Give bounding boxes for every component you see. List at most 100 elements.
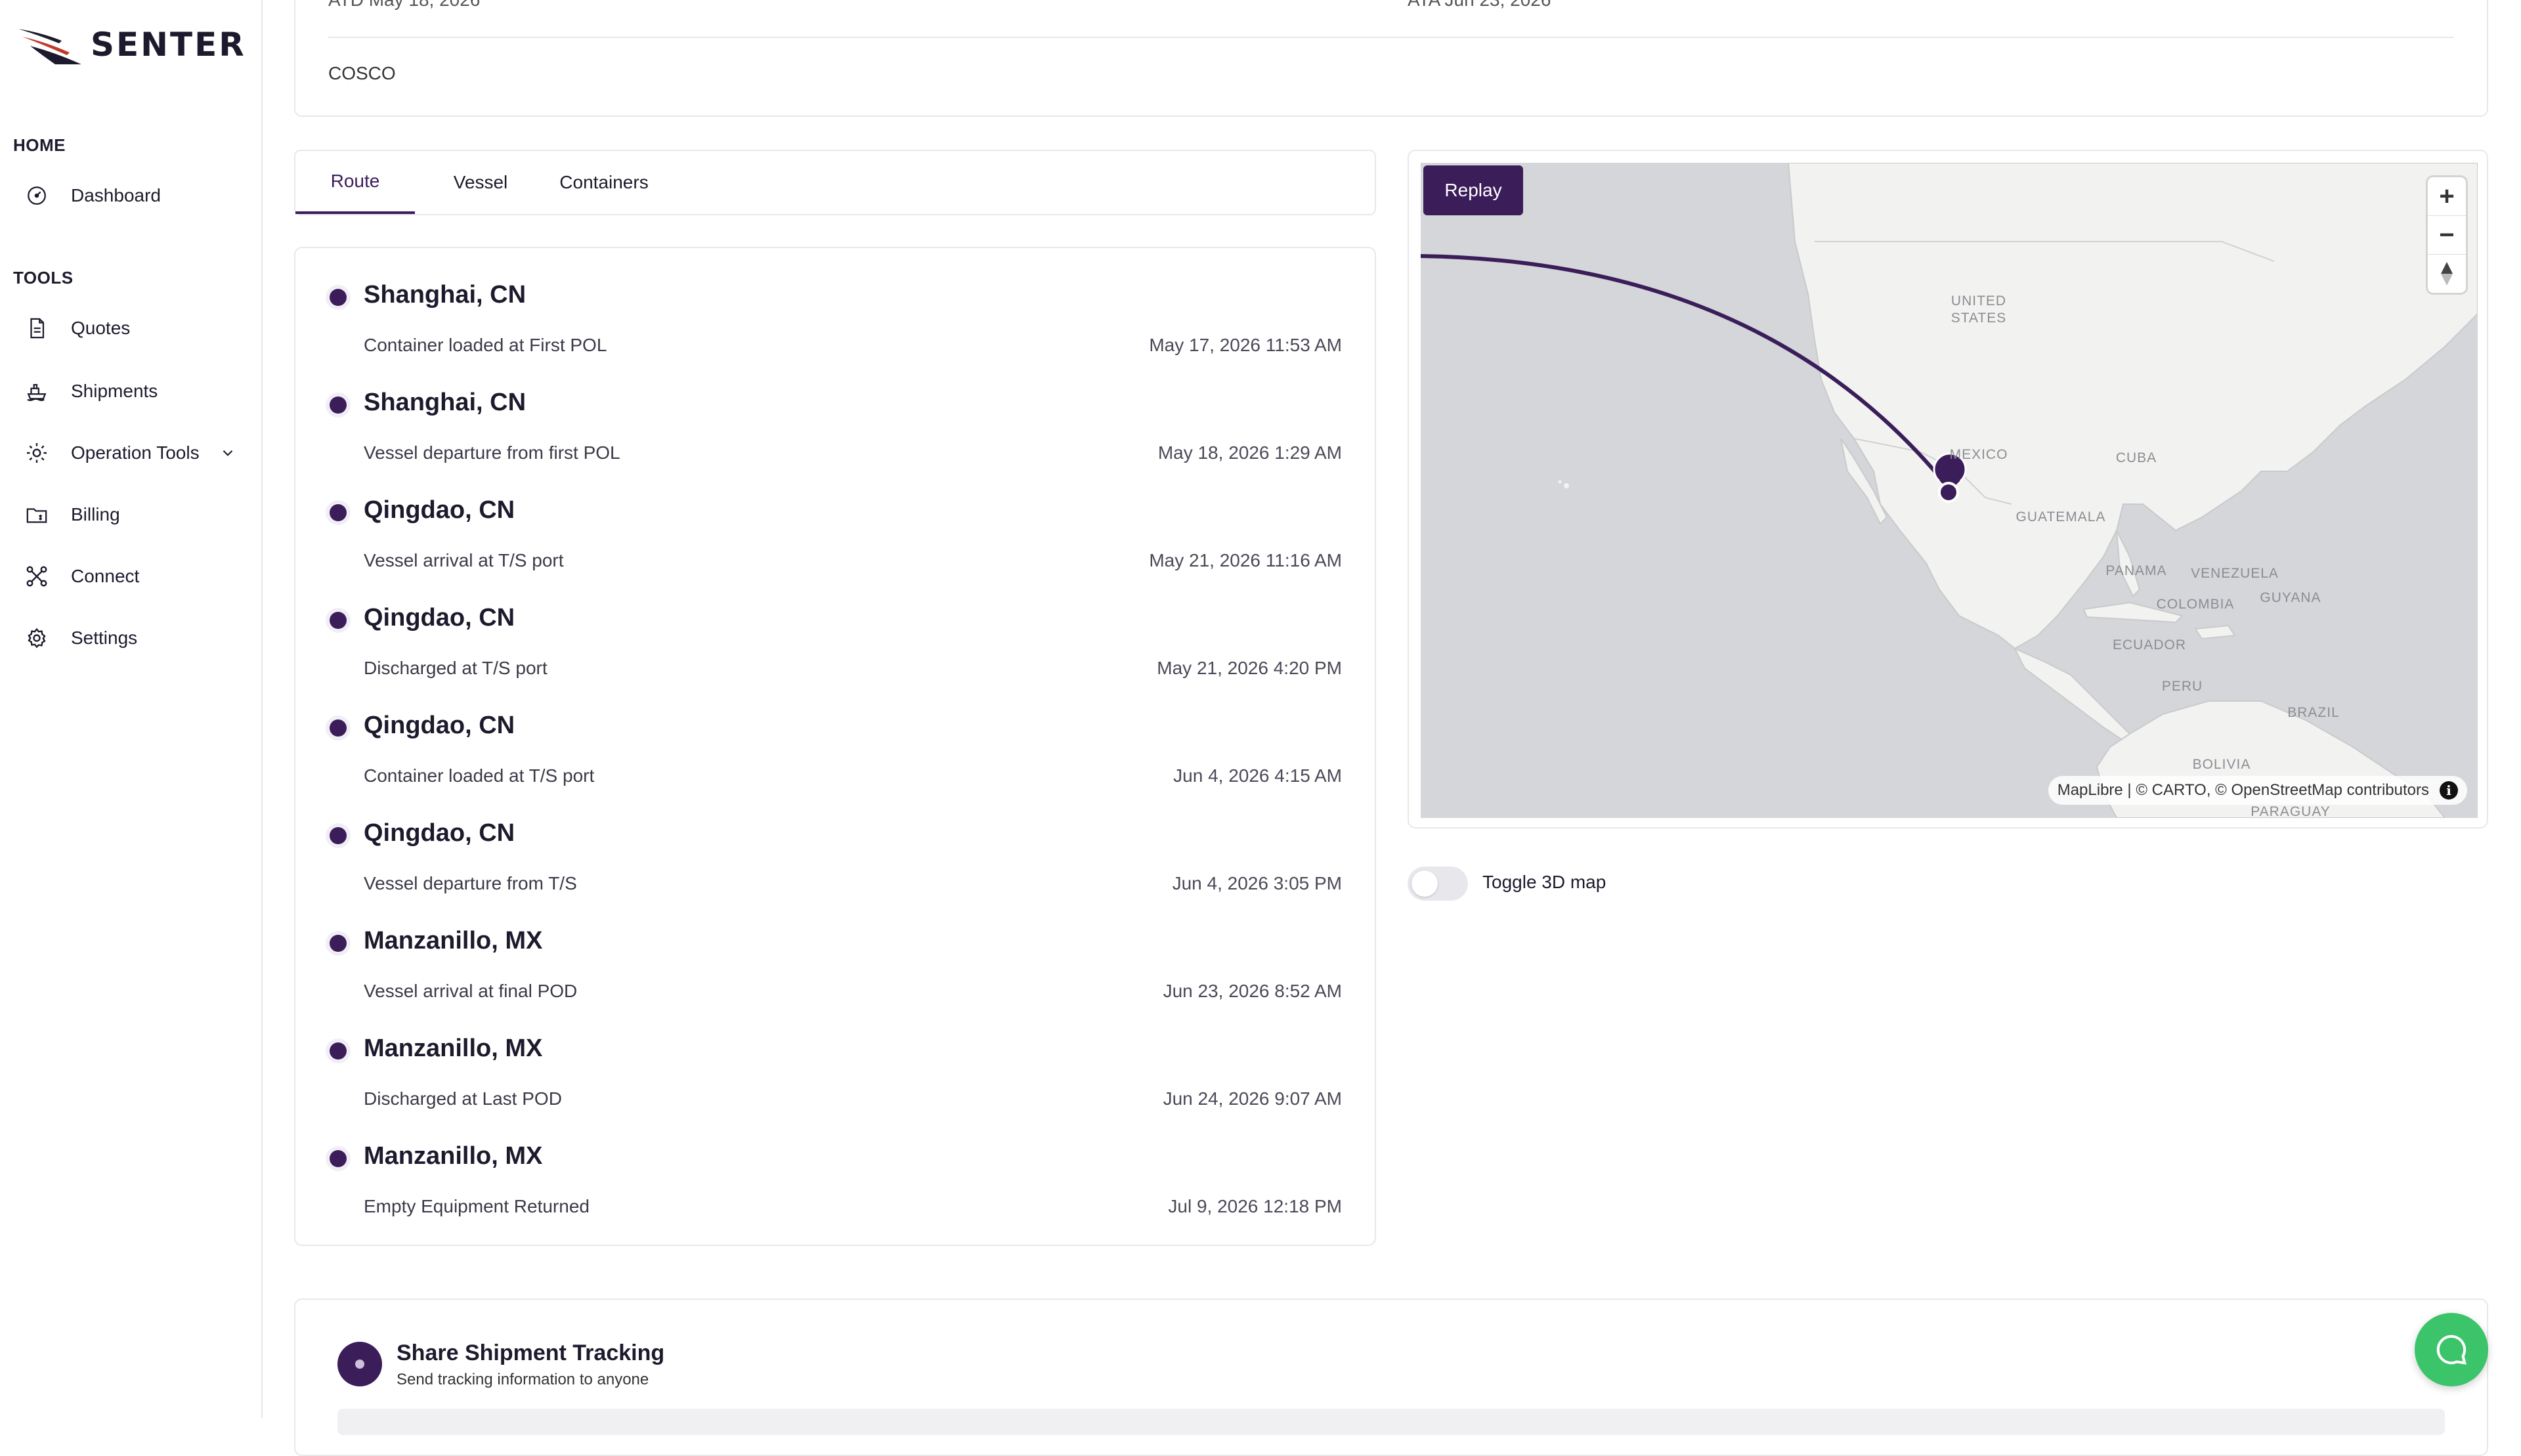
event-place: Qingdao, CN [364,604,515,632]
event-place: Qingdao, CN [364,712,515,739]
event-time: Jun 23, 2026 8:52 AM [1163,981,1342,1001]
list-item: Shanghai, CN Container loaded at First P… [295,248,1375,356]
tracking-tabs: Route Vessel Containers [294,150,1376,215]
port-marker [1938,482,1959,503]
sidebar-item-connect[interactable]: Connect [24,557,139,596]
event-time: Jun 4, 2026 4:15 AM [1173,765,1342,786]
list-item: Qingdao, CN Vessel arrival at T/S port M… [295,463,1375,571]
sidebar-item-dashboard[interactable]: Dashboard [24,176,161,215]
event-place: Manzanillo, MX [364,927,543,954]
timeline-dot [330,1150,347,1167]
share-icon [337,1342,382,1386]
sidebar-item-label: Quotes [71,318,131,338]
zoom-in-button[interactable]: + [2428,177,2466,216]
event-place: Manzanillo, MX [364,1142,543,1170]
sidebar-item-label: Operation Tools [71,442,200,463]
event-description: Vessel departure from first POL [364,442,620,463]
event-description: Container loaded at T/S port [364,765,595,786]
timeline-dot [330,1042,347,1060]
dashboard-icon [24,182,50,209]
sidebar-item-label: Dashboard [71,185,161,205]
map-label-colombia: COLOMBIA [2156,597,2235,612]
share-input-bar[interactable] [337,1409,2445,1435]
land-hispaniola [2194,624,2236,640]
sidebar-item-settings[interactable]: Settings [24,618,137,658]
document-icon [24,315,50,341]
event-place: Qingdao, CN [364,496,515,524]
map-label-guatemala: GUATEMALA [2015,509,2106,525]
event-time: May 21, 2026 11:16 AM [1149,550,1342,570]
timeline-dot [330,504,347,521]
event-place: Manzanillo, MX [364,1035,543,1062]
map-label-peru: PERU [2161,679,2203,694]
event-description: Vessel arrival at T/S port [364,550,564,570]
list-item: Manzanillo, MX Empty Equipment Returned … [295,1109,1375,1217]
brand-logo[interactable]: SENTER [16,24,246,66]
divider [328,37,2454,38]
sidebar-item-label: Connect [71,566,140,586]
map-label-guyana: GUYANA [2260,590,2321,605]
folder-dollar-icon [24,502,50,528]
sidebar-item-operation-tools[interactable]: Operation Tools [24,433,238,473]
zoom-out-button[interactable]: − [2428,216,2466,255]
compass-button[interactable] [2428,255,2466,293]
replay-button[interactable]: Replay [1423,165,1523,215]
event-description: Discharged at Last POD [364,1088,562,1109]
timeline-dot [330,827,347,844]
toggle-3d-label: Toggle 3D map [1482,872,1606,892]
sidebar-item-shipments[interactable]: Shipments [24,372,158,411]
map-card: UNITED STATES MEXICO CUBA GUATEMALA PANA… [1408,150,2488,828]
map-zoom-controls: + − [2428,177,2466,293]
event-time: Jun 4, 2026 3:05 PM [1172,873,1342,893]
settings-icon [24,625,50,651]
map-label-paraguay: PARAGUAY [2251,804,2331,818]
chat-bubble-icon [2436,1335,2467,1365]
map-attribution: MapLibre | © CARTO, © OpenStreetMap cont… [2048,776,2467,805]
event-place: Shanghai, CN [364,389,527,416]
map-label-mexico: MEXICO [1949,447,2008,462]
event-description: Vessel arrival at final POD [364,981,578,1001]
sidebar-item-quotes[interactable]: Quotes [24,309,130,348]
list-item: Qingdao, CN Discharged at T/S port May 2… [295,571,1375,679]
info-icon[interactable]: i [2440,781,2458,800]
timeline-dot [330,396,347,414]
event-time: Jun 24, 2026 9:07 AM [1163,1088,1342,1109]
sidebar-item-label: Settings [71,628,138,648]
land-hawaii [1564,483,1569,488]
chat-button[interactable] [2415,1313,2488,1386]
map-label-panama: PANAMA [2105,563,2167,578]
toggle-3d-switch[interactable] [1408,867,1468,901]
carrier-name: COSCO [328,63,396,83]
share-subtitle: Send tracking information to anyone [397,1371,649,1388]
event-place: Qingdao, CN [364,819,515,847]
gear-icon [24,440,50,466]
list-item: Qingdao, CN Container loaded at T/S port… [295,679,1375,786]
timeline-dot [330,719,347,737]
network-icon [24,563,50,589]
sidebar-item-label: Shipments [71,381,158,401]
event-description: Discharged at T/S port [364,658,548,678]
map-label-brazil: BRAZIL [2287,705,2340,720]
land-central-america [2013,647,2131,742]
compass-icon [2441,262,2453,286]
shipment-summary-card: ATD May 18, 2026 ATA Jun 23, 2026 COSCO [294,0,2488,117]
map-label-united-states: UNITED STATES [1950,293,2007,326]
brand-name: SENTER [91,26,246,64]
tab-containers[interactable]: Containers [538,151,670,214]
nav-section-tools: TOOLS [13,268,74,288]
event-time: May 17, 2026 11:53 AM [1149,335,1342,355]
share-tracking-card: Share Shipment Tracking Send tracking in… [294,1298,2488,1456]
map-label-cuba: CUBA [2115,450,2157,465]
event-description: Empty Equipment Returned [364,1196,590,1216]
ship-icon [24,378,50,404]
map-label-ecuador: ECUADOR [2112,637,2186,653]
chevron-down-icon[interactable] [219,444,238,462]
map-label-bolivia: BOLIVIA [2192,757,2251,772]
sidebar-item-billing[interactable]: Billing [24,495,120,534]
timeline-dot [330,612,347,629]
list-item: Shanghai, CN Vessel departure from first… [295,356,1375,463]
tab-vessel[interactable]: Vessel [428,151,533,214]
tab-route[interactable]: Route [295,151,415,214]
route-map[interactable]: UNITED STATES MEXICO CUBA GUATEMALA PANA… [1421,163,2478,818]
list-item: Qingdao, CN Vessel departure from T/S Ju… [295,786,1375,894]
